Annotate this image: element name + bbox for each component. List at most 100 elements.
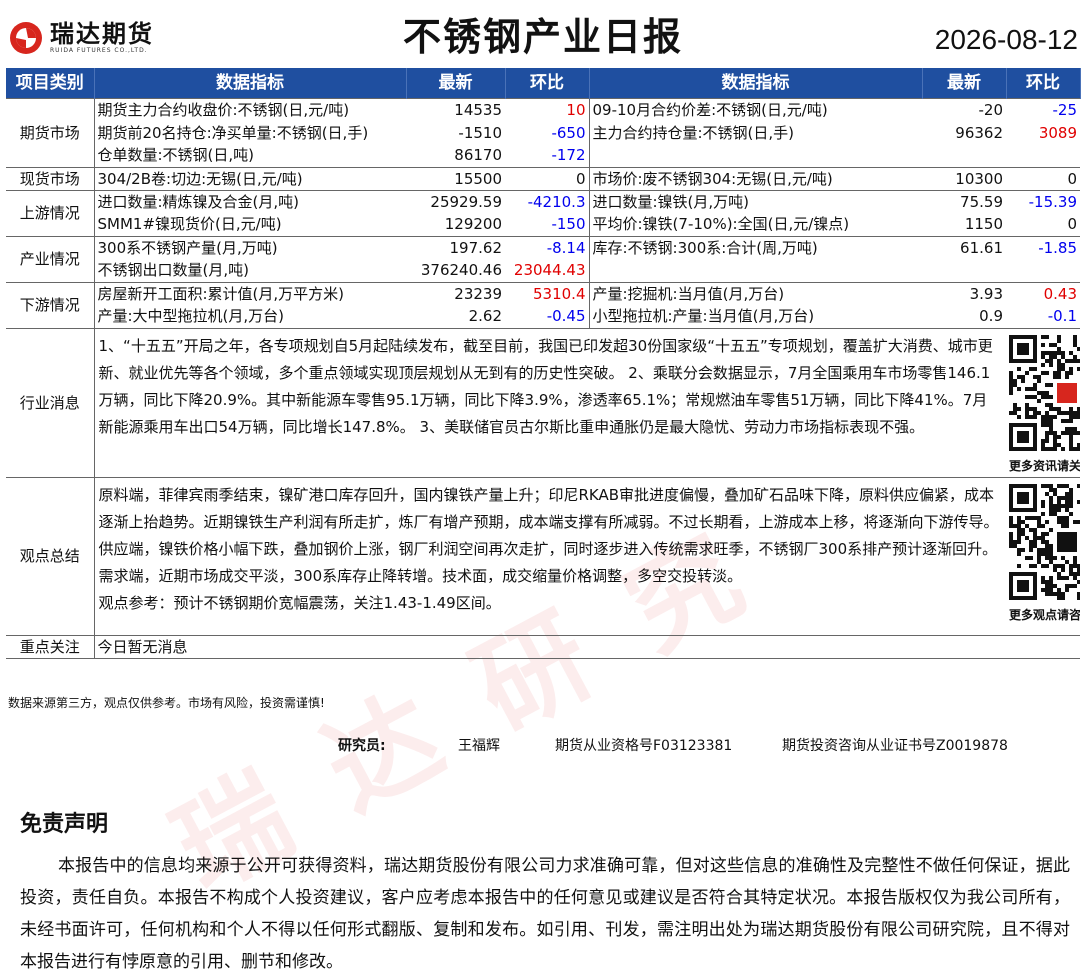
indicator: 市场价:废不锈钢304:无锡(日,元/吨) (589, 166, 922, 190)
view-qr-cell: 更多观点请咨询! (1006, 476, 1080, 635)
table-row: 期货前20名持仓:净买单量:不锈钢(日,手) -1510 -650 主力合约持仓… (6, 121, 1080, 144)
change-value: 3089 (1038, 123, 1077, 142)
indicator: 房屋新开工面积:累计值(月,万平方米) (94, 281, 406, 305)
latest-value: -20 (922, 97, 1006, 121)
data-source-note: 数据来源第三方，观点仅供参考。市场有风险，投资需谨慎! (8, 696, 325, 710)
table-row: SMM1#镍现货价(日,元/吨) 129200 -150 平均价:镍铁(7-10… (6, 213, 1080, 236)
change-value: -1.85 (1006, 235, 1080, 259)
indicator: 期货主力合约收盘价:不锈钢(日,元/吨) (94, 97, 406, 121)
data-table: 项目类别 数据指标 最新 环比 数据指标 最新 环比 期货市场 期货主力合约收盘… (6, 68, 1081, 659)
view-qr-caption: 更多观点请咨询! (1009, 607, 1080, 622)
table-row: 现货市场 304/2B卷:切边:无锡(日,元/吨) 15500 0 市场价:废不… (6, 166, 1080, 190)
change-value: -172 (505, 144, 590, 167)
change-value (1006, 144, 1080, 167)
latest-value (922, 144, 1006, 167)
change-value: -0.1 (1047, 307, 1077, 326)
change-value: 0 (1067, 215, 1077, 234)
latest-value: 2.62 (468, 307, 502, 326)
col-latest-2: 最新 (922, 68, 1007, 98)
latest-value: 0.9 (979, 307, 1003, 326)
indicator: 期货前20名持仓:净买单量:不锈钢(日,手) (97, 123, 369, 142)
indicator: 304/2B卷:切边:无锡(日,元/吨) (94, 166, 406, 190)
col-latest: 最新 (406, 68, 506, 98)
section-focus: 重点关注 (6, 634, 95, 659)
report-header: 瑞达期货 RUIDA FUTURES CO.,LTD. 不锈钢产业日报 2026… (0, 0, 1086, 66)
qr-code-icon (1009, 334, 1080, 451)
indicator: 仓单数量:不锈钢(日,吨) (97, 146, 255, 165)
disclaimer-title: 免责声明 (20, 812, 109, 837)
table-row: 期货市场 期货主力合约收盘价:不锈钢(日,元/吨) 14535 10 09-10… (6, 97, 1080, 167)
news-qr-cell: 更多资讯请关注! (1006, 327, 1080, 477)
section-futures: 期货市场 (6, 97, 95, 167)
indicator: 产量:挖掘机:当月值(月,万台) (589, 281, 922, 305)
indicator: 库存:不锈钢:300系:合计(周,万吨) (589, 235, 922, 259)
view-cell: 原料端，菲律宾雨季结束，镍矿港口库存回升，国内镍铁产量上升；印尼RKAB审批进度… (94, 476, 1006, 635)
latest-value: 23239 (406, 281, 505, 305)
latest-value: 1150 (964, 215, 1003, 234)
change-value: 23044.43 (505, 259, 590, 282)
latest-value: 75.59 (922, 189, 1006, 213)
indicator: 进口数量:镍铁(月,万吨) (589, 189, 922, 213)
latest-value (922, 259, 1006, 282)
news-text: 1、“十五五”开局之年，各专项规划自5月起陆续发布，截至目前，我国已印发超30份… (94, 327, 1006, 477)
view-row: 观点总结 原料端，菲律宾雨季结束，镍矿港口库存回升，国内镍铁产量上升；印尼RKA… (6, 476, 1080, 635)
col-change-2: 环比 (1006, 68, 1081, 98)
indicator: 不锈钢出口数量(月,吨) (97, 261, 249, 280)
latest-value: 96362 (955, 123, 1003, 142)
change-value: -150 (505, 213, 590, 236)
view-text: 原料端，菲律宾雨季结束，镍矿港口库存回升，国内镍铁产量上升；印尼RKAB审批进度… (98, 485, 999, 585)
change-value: -15.39 (1006, 189, 1080, 213)
col-category: 项目类别 (6, 68, 95, 98)
report-date: 2026-08-12 (934, 24, 1078, 55)
indicator: 300系不锈钢产量(月,万吨) (94, 235, 406, 259)
table-row: 仓单数量:不锈钢(日,吨) 86170 -172 (6, 144, 1080, 167)
focus-row: 重点关注 今日暂无消息 (6, 634, 1080, 659)
section-spot: 现货市场 (6, 166, 95, 190)
researcher-license-2: 期货投资咨询从业证书号Z0019878 (782, 738, 1008, 754)
change-value: -0.45 (505, 305, 590, 328)
latest-value: 129200 (444, 215, 502, 234)
indicator: 平均价:镍铁(7-10%):全国(日,元/镍点) (592, 215, 850, 234)
indicator (589, 259, 922, 282)
indicator: 进口数量:精炼镍及合金(月,吨) (94, 189, 406, 213)
news-row: 行业消息 1、“十五五”开局之年，各专项规划自5月起陆续发布，截至目前，我国已印… (6, 327, 1080, 477)
focus-text: 今日暂无消息 (94, 634, 1080, 659)
latest-value: 376240.46 (420, 261, 502, 280)
section-view: 观点总结 (6, 476, 95, 635)
table-row: 产业情况 300系不锈钢产量(月,万吨) 197.62 -8.14 库存:不锈钢… (6, 235, 1080, 282)
latest-value: 10300 (922, 166, 1006, 190)
change-value: 0 (1006, 166, 1080, 190)
disclaimer-body: 本报告中的信息均来源于公开可获得资料，瑞达期货股份有限公司力求准确可靠，但对这些… (20, 856, 1070, 970)
change-value: 0 (505, 166, 590, 190)
table-row: 上游情况 进口数量:精炼镍及合金(月,吨) 25929.59 -4210.3 进… (6, 189, 1080, 236)
researcher-license-1: 期货从业资格号F03123381 (555, 738, 733, 754)
latest-value: 197.62 (406, 235, 505, 259)
indicator: 产量:大中型拖拉机(月,万台) (97, 307, 285, 326)
indicator: 主力合约持仓量:不锈钢(日,手) (592, 123, 795, 142)
change-value: 10 (505, 97, 590, 121)
change-value: -25 (1006, 97, 1080, 121)
view-reference: 观点参考：预计不锈钢期价宽幅震荡，关注1.43-1.49区间。 (98, 593, 501, 612)
researcher-name: 王福辉 (458, 738, 500, 754)
table-row: 不锈钢出口数量(月,吨) 376240.46 23044.43 (6, 259, 1080, 282)
latest-value: -1510 (458, 123, 502, 142)
section-downstream: 下游情况 (6, 281, 95, 328)
col-indicator: 数据指标 (94, 68, 407, 98)
latest-value: 15500 (406, 166, 505, 190)
wechat-qr-code-icon (1009, 483, 1080, 600)
change-value: -650 (505, 121, 590, 144)
table-row: 下游情况 房屋新开工面积:累计值(月,万平方米) 23239 5310.4 产量… (6, 281, 1080, 328)
latest-value: 14535 (406, 97, 505, 121)
change-value (1006, 259, 1080, 282)
researcher-label: 研究员: (338, 738, 386, 754)
change-value: -8.14 (505, 235, 590, 259)
section-industry: 产业情况 (6, 235, 95, 282)
table-row: 产量:大中型拖拉机(月,万台) 2.62 -0.45 小型拖拉机:产量:当月值(… (6, 305, 1080, 328)
latest-value: 25929.59 (406, 189, 505, 213)
report-title: 不锈钢产业日报 (402, 15, 683, 59)
change-value: 5310.4 (505, 281, 590, 305)
change-value: -4210.3 (505, 189, 590, 213)
indicator (589, 144, 922, 167)
section-upstream: 上游情况 (6, 189, 95, 236)
latest-value: 86170 (454, 146, 502, 165)
